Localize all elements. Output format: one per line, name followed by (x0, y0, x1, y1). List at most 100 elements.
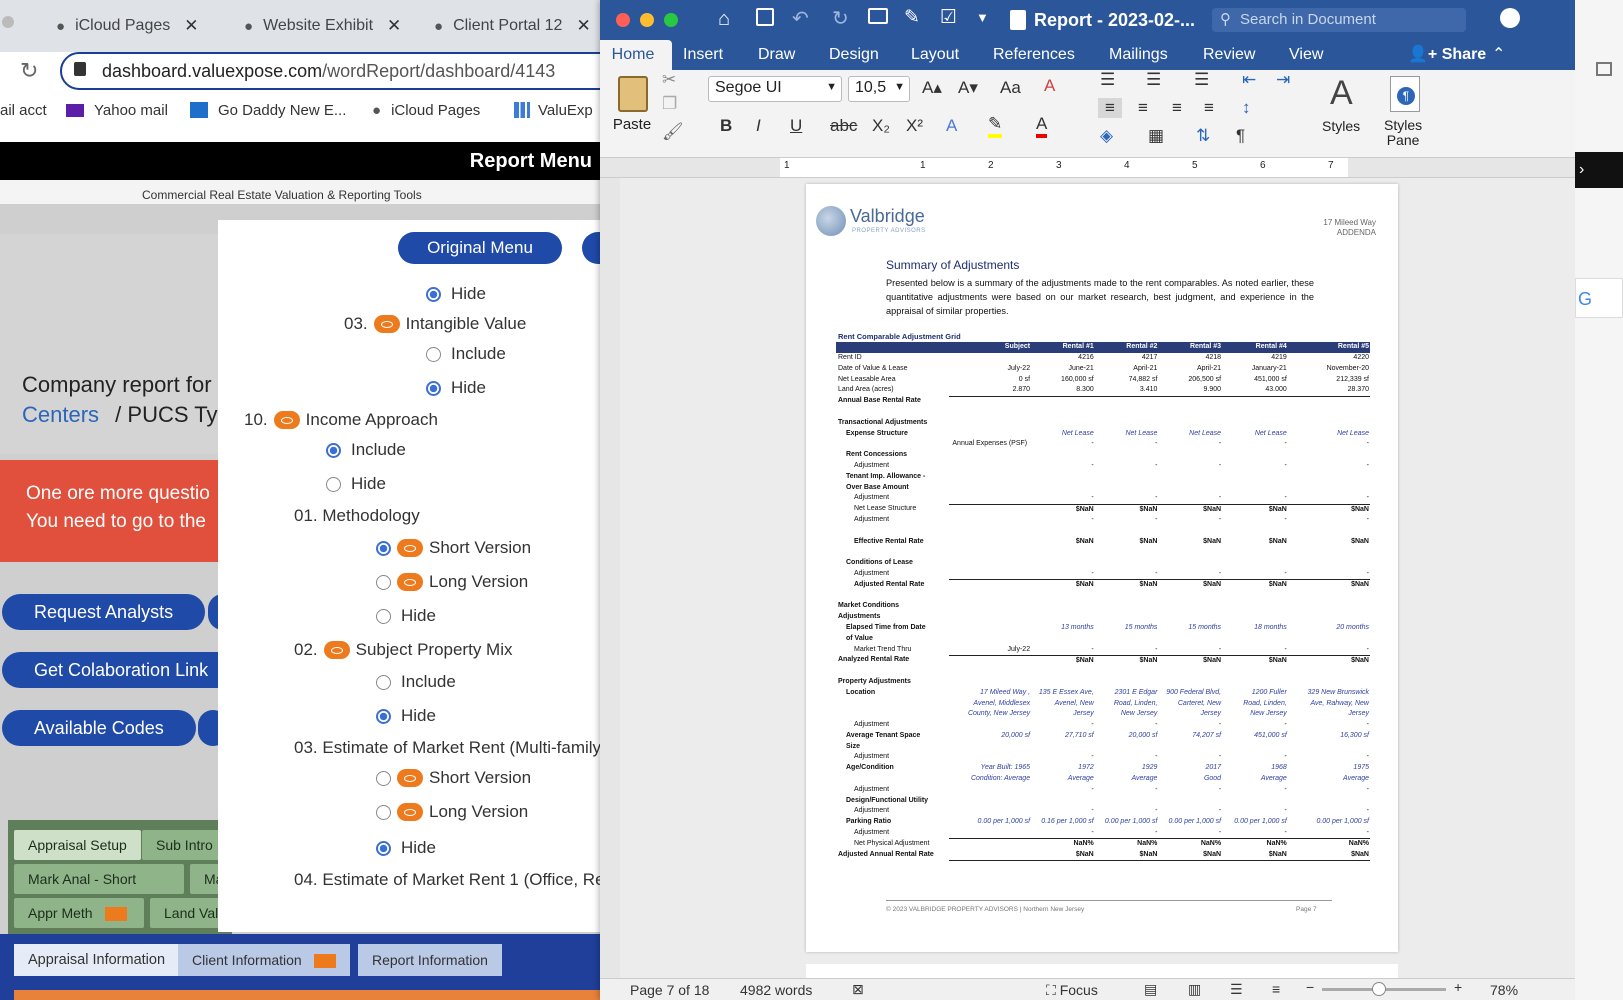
original-menu-button[interactable]: Original Menu (398, 232, 562, 264)
tab-market-analysis-short[interactable]: Mark Anal - Short (14, 864, 184, 918)
option-include[interactable]: Include (376, 670, 456, 694)
radio-button[interactable] (376, 574, 391, 590)
collapse-ribbon-icon[interactable]: ⌃ (1492, 44, 1505, 64)
radio-button[interactable] (376, 770, 391, 786)
account-icon[interactable] (1500, 8, 1520, 28)
strikethrough-icon[interactable]: abc (830, 116, 857, 136)
copy-icon[interactable]: ❐ (662, 94, 677, 114)
radio-button[interactable] (326, 476, 341, 492)
zoom-out-icon[interactable]: − (1306, 979, 1314, 995)
browser-tab[interactable]: ● iCloud Pages ✕ (56, 8, 226, 44)
subscript-icon[interactable]: X₂ (872, 116, 890, 136)
eye-icon[interactable] (373, 315, 400, 333)
tab-home[interactable]: Home (600, 40, 672, 70)
eye-icon[interactable] (397, 803, 423, 821)
cut-icon[interactable]: ✂ (662, 70, 676, 90)
eye-icon[interactable] (273, 411, 300, 429)
focus-button[interactable]: ⛶ Focus (1046, 982, 1098, 999)
web-layout-icon[interactable]: ▥ (1188, 981, 1201, 998)
tab-appraisal-information[interactable]: Appraisal Information (14, 944, 180, 976)
tab-appr-meth[interactable]: Appr Meth (14, 898, 144, 928)
eye-icon[interactable] (397, 573, 423, 591)
bookmark[interactable]: ail acct (0, 96, 47, 124)
zoom-window-button[interactable] (664, 13, 678, 27)
paste-icon[interactable] (618, 76, 648, 112)
radio-button[interactable] (326, 442, 341, 458)
paste-label[interactable]: Paste (602, 116, 662, 133)
italic-icon[interactable]: I (756, 116, 761, 136)
bullets-icon[interactable]: ☰ (1100, 70, 1115, 90)
option-hide[interactable]: Hide (426, 282, 486, 306)
edit-icon[interactable]: ✎ (904, 6, 920, 29)
document-page[interactable]: Valbridge PROPERTY ADVISORS 17 Mileed Wa… (806, 184, 1398, 952)
tab-review[interactable]: Review (1203, 46, 1255, 64)
radio-button[interactable] (426, 346, 441, 362)
format-painter-icon[interactable]: 🖌 (662, 122, 684, 142)
report-menu-bar[interactable]: Report Menu (0, 142, 610, 180)
expand-arrow-icon[interactable]: › (1575, 152, 1623, 188)
draft-icon[interactable]: ≡ (1272, 981, 1280, 997)
option-include[interactable]: Include (326, 438, 406, 462)
undo-icon[interactable]: ↶ (792, 6, 809, 31)
option-hide[interactable]: Hide (376, 604, 436, 628)
print-layout-icon[interactable]: ▤ (1144, 981, 1157, 998)
tab-layout[interactable]: Layout (911, 46, 959, 64)
proofing-icon[interactable]: ⊠ (852, 981, 864, 998)
tab-insert[interactable]: Insert (683, 46, 723, 64)
search-box[interactable]: ⚲ Search in Document (1212, 8, 1466, 32)
close-tab-icon[interactable]: ✕ (184, 16, 198, 36)
checklist-icon[interactable]: ☑ (940, 6, 957, 29)
bookmark[interactable]: Go Daddy New E... (190, 96, 346, 124)
option-hide[interactable]: Hide (426, 376, 486, 400)
shading-icon[interactable]: ◈ (1100, 126, 1113, 146)
align-left-icon[interactable]: ≡ (1098, 98, 1122, 118)
tab-mailings[interactable]: Mailings (1109, 46, 1168, 64)
request-analysts-button[interactable]: Request Analysts (2, 594, 206, 630)
radio-button[interactable] (426, 380, 441, 396)
styles-pane-label[interactable]: Styles Pane (1384, 118, 1422, 148)
shrink-font-icon[interactable]: A▾ (958, 78, 978, 98)
outline-icon[interactable]: ☰ (1230, 981, 1243, 998)
tab-report-information[interactable]: Report Information (358, 944, 502, 976)
highlight-icon[interactable]: ✎ (988, 114, 1003, 138)
borders-icon[interactable]: ▦ (1148, 126, 1164, 146)
option-short-version[interactable]: Short Version (376, 536, 531, 560)
option-hide[interactable]: Hide (376, 704, 436, 728)
home-icon[interactable]: ⌂ (718, 8, 730, 31)
show-marks-icon[interactable]: ¶ (1236, 126, 1245, 146)
multilevel-list-icon[interactable]: ☰ (1194, 70, 1209, 90)
bookmark[interactable]: ValuExp (514, 96, 593, 124)
eye-icon[interactable] (397, 769, 423, 787)
print-icon[interactable] (868, 8, 888, 24)
available-codes-button[interactable]: Available Codes (2, 710, 196, 746)
radio-button[interactable] (376, 708, 391, 724)
reload-icon[interactable]: ↻ (20, 58, 38, 84)
option-hide[interactable]: Hide (376, 836, 436, 860)
font-color-icon[interactable]: A (1036, 114, 1048, 138)
horizontal-ruler[interactable]: 1 1 2 3 4 5 6 7 (600, 158, 1575, 178)
change-case-icon[interactable]: Aa (1000, 78, 1021, 98)
vertical-ruler[interactable] (600, 178, 620, 978)
radio-button[interactable] (426, 286, 441, 302)
radio-button[interactable] (376, 804, 391, 820)
browser-tab[interactable]: ● Client Portal 12 ✕ (434, 8, 604, 44)
word-count[interactable]: 4982 words (740, 982, 812, 998)
numbering-icon[interactable]: ☰ (1146, 70, 1161, 90)
option-short-version[interactable]: Short Version (376, 766, 531, 790)
get-collaboration-link-button[interactable]: Get Colaboration Link (2, 652, 241, 688)
option-long-version[interactable]: Long Version (376, 800, 528, 824)
justify-icon[interactable]: ≡ (1204, 98, 1214, 118)
page-count[interactable]: Page 7 of 18 (630, 982, 709, 998)
radio-button[interactable] (376, 840, 391, 856)
close-tab-icon[interactable]: ✕ (387, 16, 401, 36)
styles-pane-icon[interactable]: ¶ (1390, 76, 1420, 112)
zoom-in-icon[interactable]: + (1454, 979, 1462, 995)
save-icon[interactable] (756, 8, 774, 26)
radio-button[interactable] (376, 674, 391, 690)
zoom-slider-thumb[interactable] (1372, 982, 1386, 996)
bookmark[interactable]: Yahoo mail (66, 96, 168, 124)
align-center-icon[interactable]: ≡ (1138, 98, 1148, 118)
radio-button[interactable] (376, 540, 391, 556)
text-effects-icon[interactable]: A (946, 116, 957, 136)
eye-icon[interactable] (397, 539, 423, 557)
